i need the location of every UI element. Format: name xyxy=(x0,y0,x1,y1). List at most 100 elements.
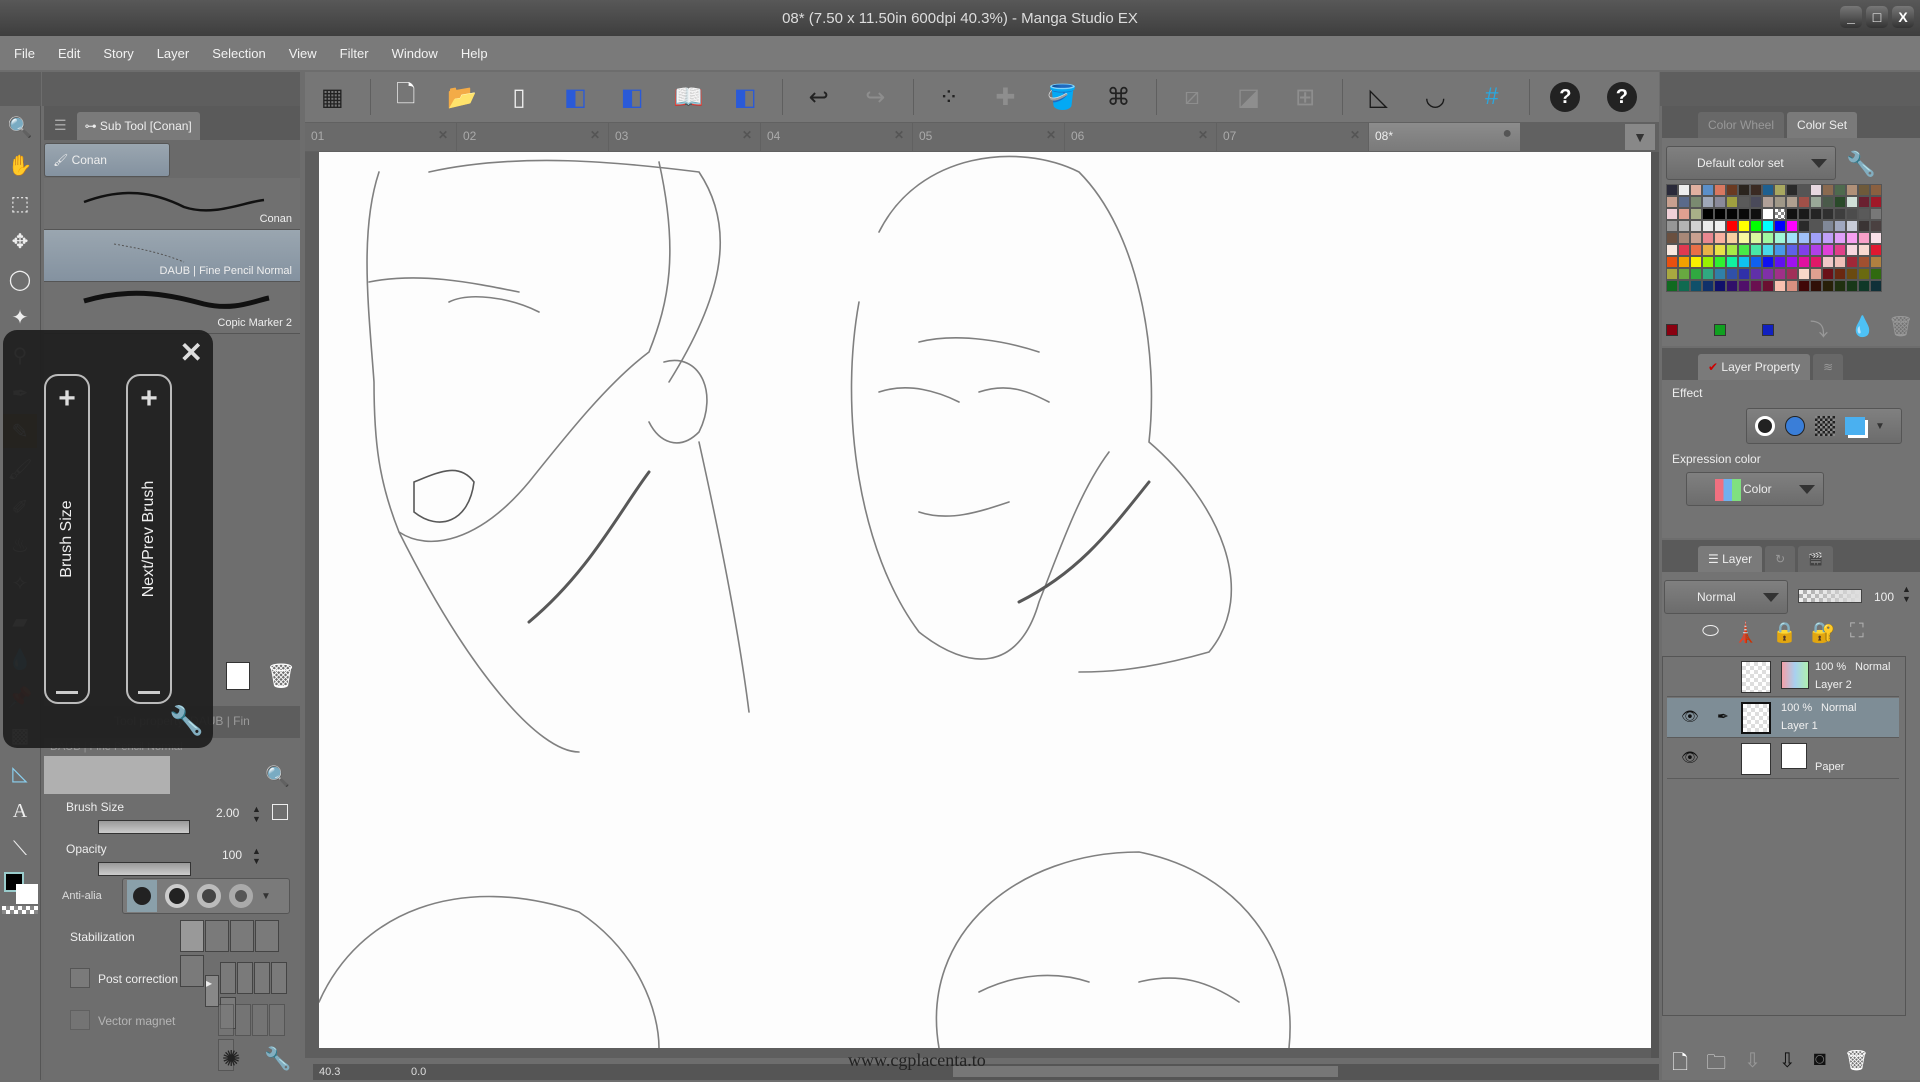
color-swatch[interactable] xyxy=(1798,184,1810,196)
color-swatch[interactable] xyxy=(1726,268,1738,280)
color-swatch[interactable] xyxy=(1798,244,1810,256)
close-button[interactable]: X xyxy=(1892,6,1914,28)
color-swatch[interactable] xyxy=(1762,196,1774,208)
unsaved-dot-icon[interactable]: ● xyxy=(1502,125,1512,143)
color-swatch[interactable] xyxy=(1702,244,1714,256)
vector-magnet-checkbox[interactable] xyxy=(70,1010,90,1030)
color-swatch[interactable] xyxy=(1834,256,1846,268)
brush-size-settings-icon[interactable] xyxy=(272,804,288,820)
color-swatch[interactable] xyxy=(1810,196,1822,208)
anti-alias-strong[interactable] xyxy=(229,884,253,908)
color-swatch[interactable] xyxy=(1702,208,1714,220)
color-swatch[interactable] xyxy=(1858,244,1870,256)
color-swatch[interactable] xyxy=(1750,232,1762,244)
color-swatch[interactable] xyxy=(1750,268,1762,280)
color-swatch[interactable] xyxy=(1750,196,1762,208)
color-swatch[interactable] xyxy=(1666,196,1678,208)
next-brush-plus-icon[interactable]: + xyxy=(128,382,170,416)
color-swatch[interactable] xyxy=(1750,220,1762,232)
ruler-slash-icon[interactable]: ◪ xyxy=(1229,77,1268,117)
color-swatch[interactable] xyxy=(1846,208,1858,220)
maximize-button[interactable]: □ xyxy=(1866,6,1888,28)
mask-enable-icon[interactable]: ⛶ xyxy=(1850,620,1864,645)
horizontal-scrollbar[interactable] xyxy=(953,1066,1338,1077)
left-dock-grip[interactable] xyxy=(0,72,41,106)
merge-visible-icon[interactable]: ⇩ xyxy=(1779,1048,1796,1082)
color-swatch[interactable] xyxy=(1726,208,1738,220)
tab-layer[interactable]: ☰ Layer xyxy=(1698,546,1763,572)
color-swatch[interactable] xyxy=(1726,220,1738,232)
color-swatch[interactable] xyxy=(1762,220,1774,232)
tab-list-dropdown[interactable]: ▼ xyxy=(1625,124,1655,150)
color-swatch[interactable] xyxy=(1822,196,1834,208)
color-swatch[interactable] xyxy=(1666,208,1678,220)
color-swatch[interactable] xyxy=(1834,268,1846,280)
color-swatch[interactable] xyxy=(1738,256,1750,268)
new-file-icon[interactable]: 🗋 xyxy=(387,77,426,117)
color-swatch[interactable] xyxy=(1762,256,1774,268)
color-swatch[interactable] xyxy=(1870,268,1882,280)
merge-down-icon[interactable]: ⇩ xyxy=(1744,1048,1761,1082)
color-swatch[interactable] xyxy=(1702,256,1714,268)
snap-ruler-icon[interactable]: ◺ xyxy=(1359,77,1398,117)
color-swatch[interactable] xyxy=(1714,244,1726,256)
color-swatch[interactable] xyxy=(1846,244,1858,256)
anti-alias-medium[interactable] xyxy=(197,884,221,908)
color-swatch[interactable] xyxy=(1774,244,1786,256)
color-swatch[interactable] xyxy=(1846,196,1858,208)
brush-size-minus-icon[interactable] xyxy=(56,691,78,694)
color-swatch[interactable] xyxy=(1798,220,1810,232)
color-swatch[interactable] xyxy=(1738,220,1750,232)
color-swatch[interactable] xyxy=(1726,244,1738,256)
brush-item-selected[interactable]: DAUB | Fine Pencil Normal xyxy=(44,230,300,282)
anti-alias-weak[interactable] xyxy=(165,884,189,908)
color-swatch[interactable] xyxy=(1798,232,1810,244)
color-swatch[interactable] xyxy=(1738,280,1750,292)
color-swatch[interactable] xyxy=(1786,220,1798,232)
color-swatch[interactable] xyxy=(1786,208,1798,220)
next-prev-brush-control[interactable]: + Next/Prev Brush xyxy=(126,374,172,704)
color-swatch[interactable] xyxy=(1762,184,1774,196)
zoom-level[interactable]: 40.3 xyxy=(313,1066,365,1078)
color-swatch[interactable] xyxy=(1798,280,1810,292)
close-tab-icon[interactable]: ✕ xyxy=(1350,128,1360,142)
subtool-dock-grip[interactable] xyxy=(42,72,300,106)
reference-layer-icon[interactable]: 🗼 xyxy=(1733,620,1758,645)
color-swatch[interactable] xyxy=(1810,256,1822,268)
color-swatch[interactable] xyxy=(1786,196,1798,208)
color-swatch[interactable] xyxy=(1738,244,1750,256)
color-swatch[interactable] xyxy=(1666,220,1678,232)
layer-mask-icon[interactable]: ◙ xyxy=(1814,1048,1826,1082)
new-folder-icon[interactable]: 🗀 xyxy=(1706,1048,1726,1082)
layout-icon[interactable]: ▦ xyxy=(313,77,352,117)
help-icon[interactable]: ? xyxy=(1546,77,1585,117)
color-swatch[interactable] xyxy=(1870,244,1882,256)
color-swatch[interactable] xyxy=(1834,220,1846,232)
help2-icon[interactable]: ? xyxy=(1603,77,1642,117)
color-swatch[interactable] xyxy=(1846,220,1858,232)
close-tab-icon[interactable]: ✕ xyxy=(894,128,904,142)
brush-size-slider[interactable] xyxy=(98,820,191,834)
color-swatch[interactable] xyxy=(1858,196,1870,208)
move-tool-icon[interactable]: ✥ xyxy=(3,224,37,258)
extract-line-icon[interactable] xyxy=(1785,416,1805,436)
color-swatch[interactable] xyxy=(1870,184,1882,196)
doc-tab-active[interactable]: 08* ● xyxy=(1369,123,1520,151)
color-swatch[interactable] xyxy=(1774,184,1786,196)
rotation-angle[interactable]: 0.0 xyxy=(405,1066,465,1078)
color-swatch[interactable] xyxy=(1822,244,1834,256)
color-swatch[interactable] xyxy=(1762,232,1774,244)
color-swatch[interactable] xyxy=(1834,232,1846,244)
overlay-wrench-icon[interactable]: 🔧 xyxy=(169,704,204,737)
color-swatch[interactable] xyxy=(1870,256,1882,268)
color-swatch[interactable] xyxy=(1750,244,1762,256)
recent-color-swatch[interactable] xyxy=(1762,324,1774,336)
color-swatch[interactable] xyxy=(1678,184,1690,196)
fill-frame-icon[interactable]: ✚ xyxy=(986,77,1025,117)
opacity-spinner[interactable]: ▲ ▼ xyxy=(252,846,261,866)
border-effect-icon[interactable] xyxy=(1755,416,1775,436)
color-swatch[interactable] xyxy=(1774,256,1786,268)
doc-tab[interactable]: 06 ✕ xyxy=(1065,123,1216,151)
color-swatch[interactable] xyxy=(1714,280,1726,292)
color-swatch[interactable] xyxy=(1846,268,1858,280)
